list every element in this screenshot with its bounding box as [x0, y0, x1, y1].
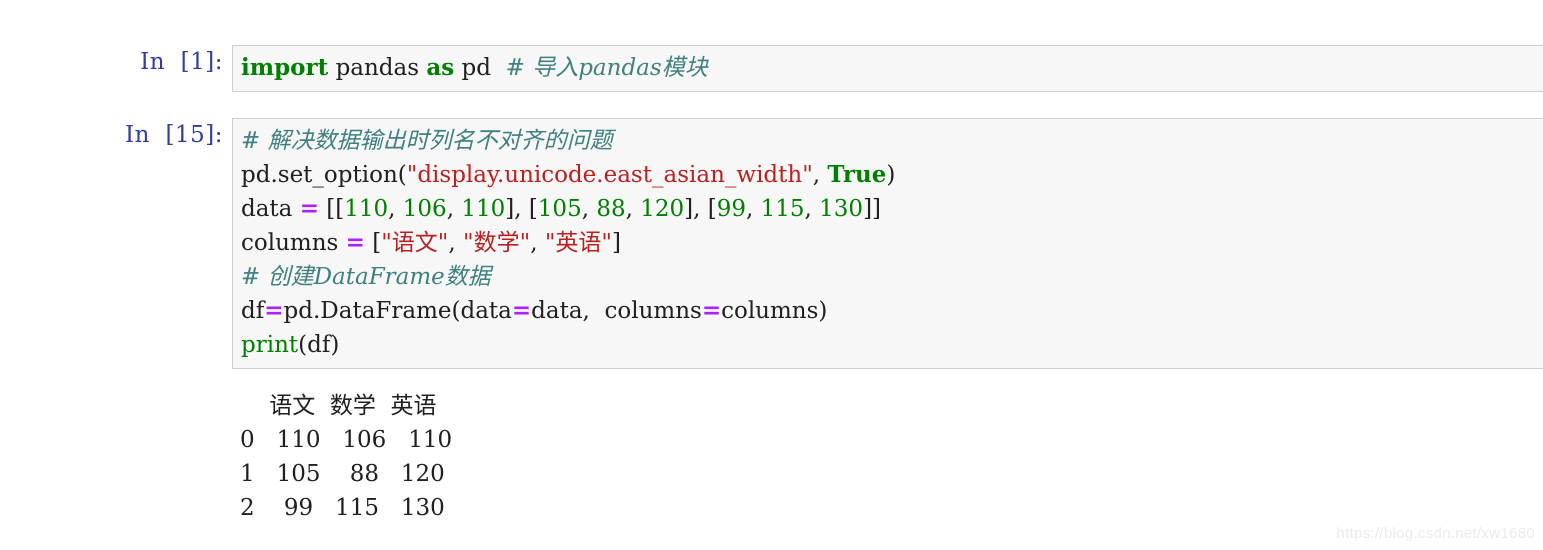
cell-2-prompt[interactable]: In [15]: — [0, 118, 232, 152]
notebook-cell-1[interactable]: In [1]: import pandas as pd # 导入pandas模块 — [0, 45, 1543, 92]
code-token: columns — [604, 298, 702, 324]
dataframe-output: 语文 数学 英语 0 110 106 110 1 105 88 120 2 99 11… — [240, 389, 1543, 525]
output-data-row: 0 110 106 110 — [240, 427, 453, 453]
code-token: 115 — [760, 196, 805, 222]
code-token: = — [264, 297, 284, 324]
code-token: columns — [241, 230, 346, 256]
code-token: 105 — [537, 196, 582, 222]
code-token: , — [530, 230, 545, 256]
output-data-row: 2 99 115 130 — [240, 495, 445, 521]
code-token: ) — [886, 162, 896, 188]
notebook-cell-2[interactable]: In [15]: # 解决数据输出时列名不对齐的问题 pd.set_option(… — [0, 118, 1543, 369]
code-token: 110 — [344, 196, 389, 222]
code-token: [[ — [326, 196, 345, 222]
code-token: , — [804, 196, 820, 222]
code-token: . — [270, 162, 278, 188]
code-token: data — [460, 298, 512, 324]
code-token: ( — [397, 162, 407, 188]
code-token: 99 — [716, 196, 746, 222]
code-line-5: # 创建DataFrame数据 — [241, 260, 1543, 294]
code-token: # 导入pandas模块 — [505, 55, 708, 81]
output-data-row: 1 105 88 120 — [240, 461, 445, 487]
code-token: = — [345, 229, 365, 256]
code-token: "数学" — [463, 230, 531, 256]
cell-1-input[interactable]: import pandas as pd # 导入pandas模块 — [232, 45, 1543, 92]
cell-1-prompt[interactable]: In [1]: — [0, 45, 232, 79]
code-token: 110 — [461, 196, 506, 222]
code-line-1: # 解决数据输出时列名不对齐的问题 — [241, 124, 1543, 158]
code-token: [ — [372, 230, 382, 256]
code-line-2: pd.set_option("display.unicode.east_asia… — [241, 158, 1543, 192]
code-token: 130 — [819, 196, 864, 222]
code-token: data — [531, 298, 583, 324]
code-token: = — [299, 195, 319, 222]
code-token: df — [307, 332, 331, 358]
code-token: "英语" — [544, 230, 612, 256]
code-token: # 创建DataFrame数据 — [241, 264, 491, 290]
code-token: ], [ — [684, 196, 717, 222]
code-token: ], [ — [505, 196, 538, 222]
code-token: , — [625, 196, 641, 222]
code-token: pd — [241, 162, 271, 188]
code-token: # 解决数据输出时列名不对齐的问题 — [241, 128, 613, 154]
code-token: True — [827, 161, 887, 188]
top-spacer — [0, 0, 1543, 45]
code-token: print — [241, 332, 299, 358]
cell-gap-1 — [0, 92, 1543, 118]
watermark: https://blog.csdn.net/xw1680 — [1336, 525, 1535, 542]
code-token: , — [581, 196, 597, 222]
code-line-6: df=pd.DataFrame(data=data, columns=colum… — [241, 294, 1543, 328]
code-line-3: data = [[110, 106, 110], [105, 88, 120],… — [241, 192, 1543, 226]
cell-2-code[interactable]: # 解决数据输出时列名不对齐的问题 pd.set_option("display.… — [241, 124, 1543, 362]
code-token: df — [241, 298, 265, 324]
code-token: = — [701, 297, 722, 324]
code-token: "语文" — [381, 230, 449, 256]
code-token: set_option — [277, 162, 398, 188]
jupyter-notebook: In [1]: import pandas as pd # 导入pandas模块… — [0, 0, 1543, 550]
cell-1-code[interactable]: import pandas as pd # 导入pandas模块 — [241, 51, 1543, 85]
cell-2-output: 语文 数学 英语 0 110 106 110 1 105 88 120 2 99 11… — [232, 389, 1543, 525]
code-token: data — [241, 196, 300, 222]
code-token: = — [511, 297, 532, 324]
code-token: , — [448, 230, 464, 256]
code-token: 106 — [402, 196, 447, 222]
code-token: as — [426, 54, 455, 81]
code-token: , — [446, 196, 462, 222]
cell-2-input[interactable]: # 解决数据输出时列名不对齐的问题 pd.set_option("display.… — [232, 118, 1543, 369]
code-token: , — [388, 196, 403, 222]
code-token: pd — [461, 55, 491, 81]
code-token: 88 — [596, 196, 626, 222]
code-token: , — [812, 162, 828, 188]
code-token: , — [746, 196, 761, 222]
code-token: ] — [611, 230, 621, 256]
code-token: columns — [721, 298, 819, 324]
code-token: ]] — [863, 196, 882, 222]
code-token: DataFrame — [320, 298, 452, 324]
code-token: "display.unicode.east_asian_width" — [406, 162, 813, 188]
code-line-4: columns = ["语文", "数学", "英语"] — [241, 226, 1543, 260]
code-token: 120 — [640, 196, 685, 222]
code-token: , — [582, 298, 605, 324]
output-header-row: 语文 数学 英语 — [240, 393, 437, 419]
code-token: pandas — [335, 55, 420, 81]
code-token: pd — [283, 298, 313, 324]
code-line-7: print(df) — [241, 328, 1543, 362]
code-token: import — [241, 54, 329, 81]
cell-2-output-row: 语文 数学 英语 0 110 106 110 1 105 88 120 2 99 11… — [0, 389, 1543, 525]
code-token: ) — [330, 332, 340, 358]
code-token: ( — [298, 332, 308, 358]
code-token: ) — [818, 298, 828, 324]
output-gap — [0, 369, 1543, 389]
code-line-1: import pandas as pd # 导入pandas模块 — [241, 51, 1543, 85]
